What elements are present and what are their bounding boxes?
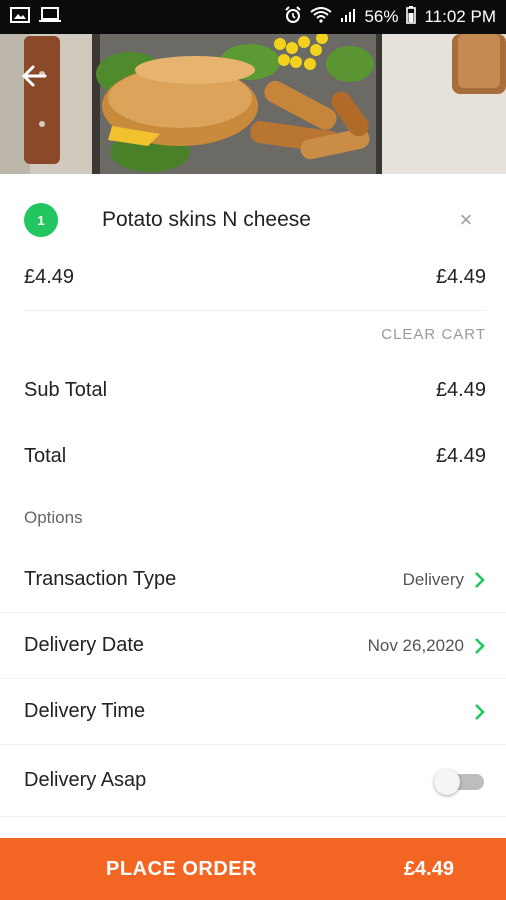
hero-food-image bbox=[0, 34, 506, 174]
status-bar: 56% 11:02 PM bbox=[0, 0, 506, 34]
signal-icon bbox=[340, 7, 356, 28]
order-total: £4.49 bbox=[403, 857, 454, 880]
total-row: Total £4.49 bbox=[0, 423, 506, 489]
delivery-asap-label: Delivery Asap bbox=[24, 769, 147, 791]
transaction-type-selector: Delivery bbox=[403, 570, 486, 590]
subtotal-row: Sub Total £4.49 bbox=[0, 357, 506, 423]
chevron-right-icon bbox=[475, 703, 485, 720]
cart-item: 1 Potato skins N cheese × bbox=[0, 174, 506, 266]
laptop-notification-icon bbox=[38, 6, 62, 28]
status-left bbox=[10, 6, 62, 28]
cart-content: 1 Potato skins N cheese × £4.49 £4.49 CL… bbox=[0, 174, 506, 817]
toggle-knob bbox=[434, 768, 460, 795]
delivery-time-row[interactable]: Delivery Time bbox=[0, 679, 506, 745]
subtotal-label: Sub Total bbox=[24, 378, 108, 401]
back-button[interactable] bbox=[14, 56, 54, 96]
delivery-asap-toggle[interactable] bbox=[434, 768, 486, 795]
place-order-label: PLACE ORDER bbox=[106, 857, 258, 880]
transaction-type-label: Transaction Type bbox=[24, 568, 177, 590]
wifi-icon bbox=[310, 6, 333, 28]
item-name: Potato skins N cheese bbox=[102, 208, 311, 231]
chevron-right-icon bbox=[475, 571, 485, 588]
options-heading: Options bbox=[24, 508, 83, 527]
battery-icon bbox=[406, 5, 417, 29]
food-photo-illustration bbox=[0, 34, 506, 174]
close-icon: × bbox=[459, 207, 473, 232]
delivery-asap-row: Delivery Asap bbox=[0, 745, 506, 817]
clock: 11:02 PM bbox=[424, 7, 496, 26]
total-label: Total bbox=[24, 444, 67, 467]
delivery-date-row[interactable]: Delivery Date Nov 26,2020 bbox=[0, 613, 506, 679]
place-order-button[interactable]: PLACE ORDER £4.49 bbox=[0, 838, 506, 900]
item-line-total: £4.49 bbox=[435, 265, 486, 288]
battery-percent: 56% bbox=[364, 7, 399, 26]
remove-item-button[interactable]: × bbox=[450, 204, 482, 236]
transaction-type-row[interactable]: Transaction Type Delivery bbox=[0, 547, 506, 613]
delivery-date-selector: Nov 26,2020 bbox=[368, 636, 486, 656]
clear-cart-button[interactable]: CLEAR CART bbox=[381, 326, 486, 343]
quantity-badge: 1 bbox=[24, 203, 58, 237]
arrow-left-icon bbox=[22, 65, 47, 87]
transaction-type-value: Delivery bbox=[402, 569, 464, 589]
alarm-icon bbox=[284, 5, 302, 29]
subtotal-value: £4.49 bbox=[435, 378, 486, 401]
item-price-row: £4.49 £4.49 bbox=[0, 262, 506, 292]
delivery-date-value: Nov 26,2020 bbox=[367, 635, 464, 655]
delivery-time-selector bbox=[464, 703, 486, 721]
clear-cart-row: CLEAR CART bbox=[0, 311, 506, 357]
item-unit-price: £4.49 bbox=[24, 265, 75, 288]
delivery-time-label: Delivery Time bbox=[24, 700, 146, 722]
gallery-notification-icon bbox=[10, 6, 30, 28]
chevron-right-icon bbox=[475, 637, 485, 654]
total-value: £4.49 bbox=[435, 444, 486, 467]
status-right: 56% 11:02 PM bbox=[284, 5, 496, 29]
delivery-date-label: Delivery Date bbox=[24, 634, 145, 656]
